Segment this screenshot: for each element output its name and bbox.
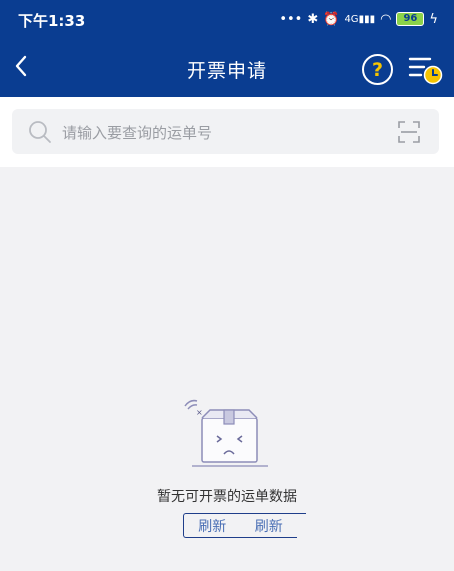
status-time: 下午1:33 <box>18 12 86 30</box>
wifi-icon: ◠ <box>380 11 392 27</box>
refresh-divider <box>270 513 306 514</box>
network-type: 4G <box>344 13 359 25</box>
status-bar: 下午1:33 ••• ✱ ⏰ 4G▮▮▮ ◠ 96 ϟ <box>0 0 454 38</box>
more-dots-icon: ••• <box>279 11 303 27</box>
help-button[interactable]: ? <box>361 53 394 86</box>
refresh-label: 刷新 <box>198 518 227 535</box>
bluetooth-icon: ✱ <box>307 11 319 27</box>
empty-message: 暂无可开票的运单数据 <box>157 489 297 505</box>
svg-text:×: × <box>196 408 203 417</box>
navbar: 开票申请 ? <box>0 38 454 97</box>
search-bar <box>0 97 454 167</box>
charging-icon: ϟ <box>429 11 438 27</box>
search-input[interactable] <box>60 109 384 156</box>
search-icon <box>29 121 51 143</box>
search-box[interactable] <box>12 109 439 156</box>
history-button[interactable] <box>408 53 444 86</box>
refresh-button[interactable]: 刷新 刷新 <box>183 513 297 538</box>
scan-icon[interactable] <box>397 120 421 144</box>
signal-icon: 4G▮▮▮ <box>344 13 376 25</box>
battery-icon: 96 <box>396 12 425 26</box>
empty-box-illustration: × <box>184 399 268 467</box>
history-icon <box>408 57 443 85</box>
help-icon: ? <box>362 54 393 85</box>
alarm-icon: ⏰ <box>323 11 340 27</box>
refresh-label-duplicate: 刷新 <box>254 518 283 535</box>
help-glyph: ? <box>372 59 383 81</box>
app-header: 下午1:33 ••• ✱ ⏰ 4G▮▮▮ ◠ 96 ϟ 开票申请 ? <box>0 0 454 97</box>
status-icons: ••• ✱ ⏰ 4G▮▮▮ ◠ 96 ϟ <box>279 9 438 29</box>
